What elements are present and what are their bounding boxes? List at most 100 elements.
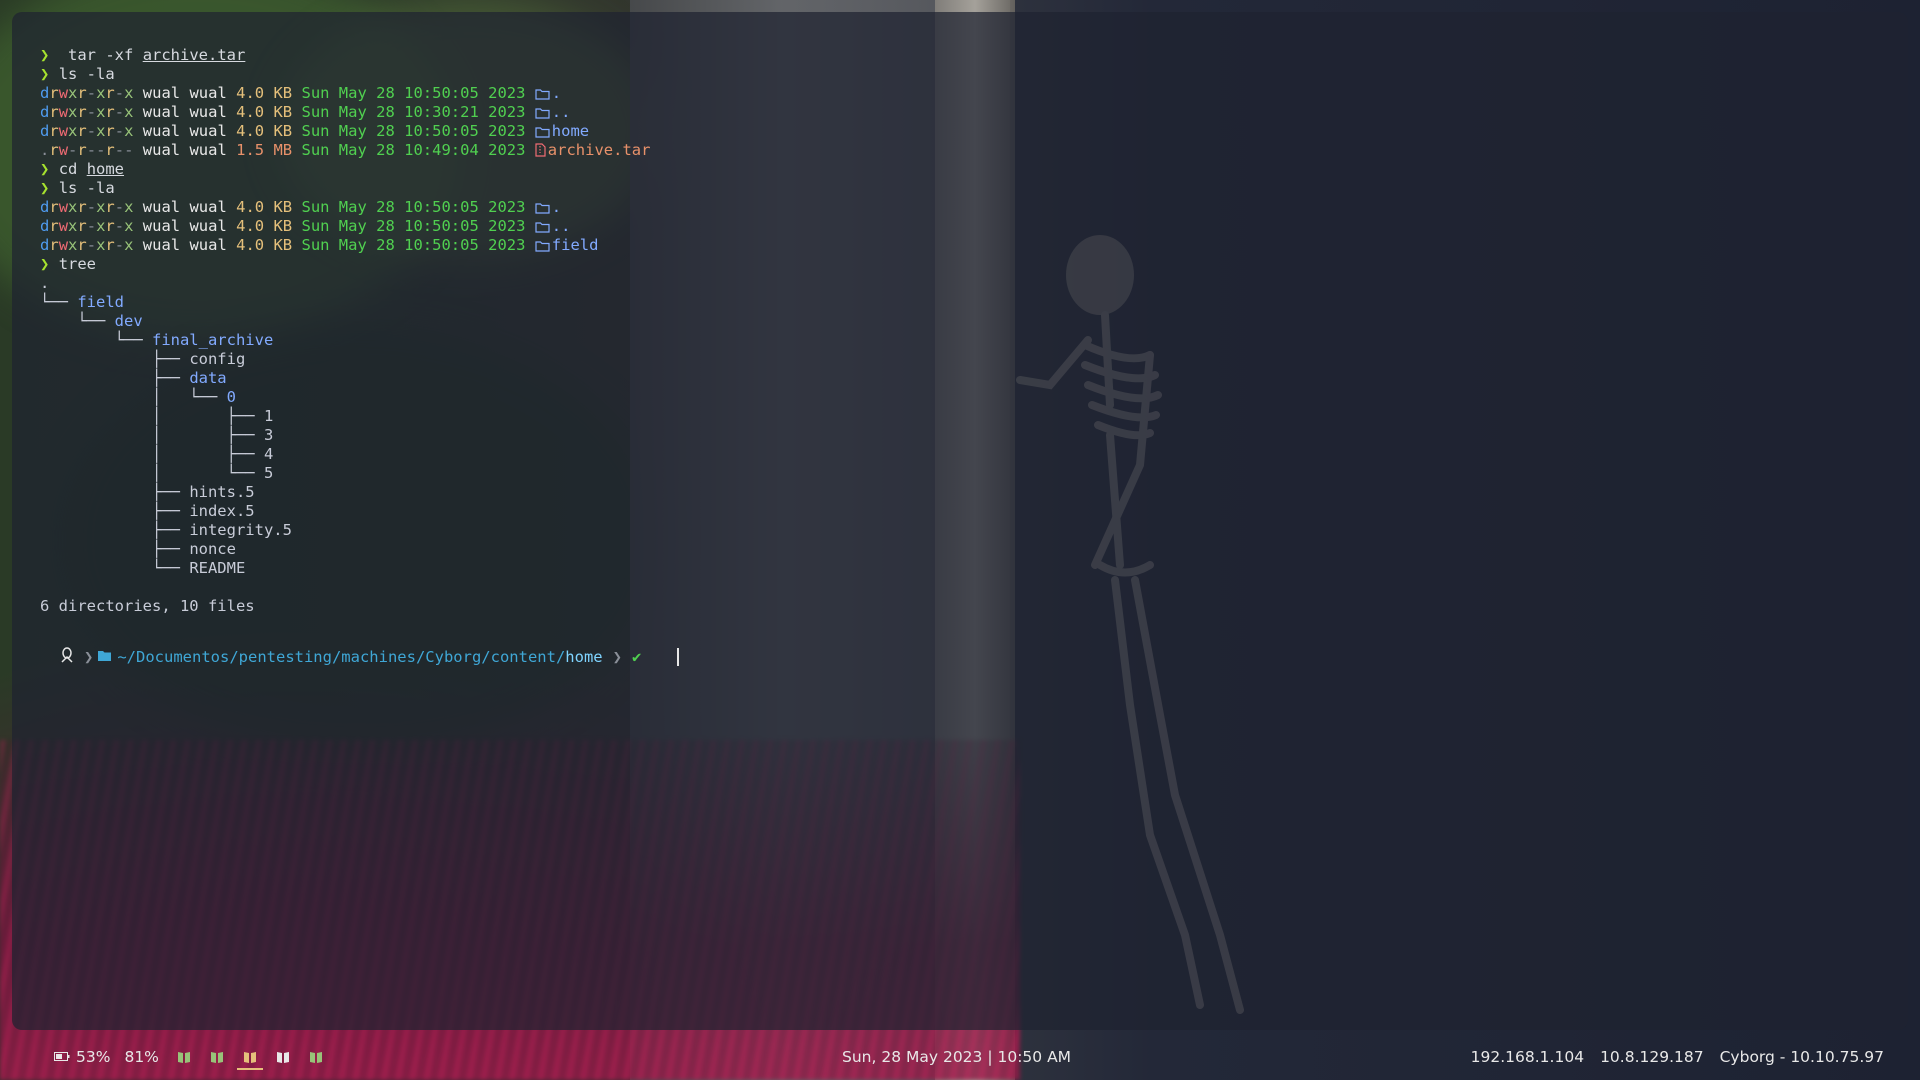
- file-name: ..: [551, 217, 571, 235]
- workspace-3-book-icon[interactable]: [236, 1050, 263, 1070]
- tree-item-name: 3: [263, 426, 274, 444]
- tree-branch: .: [40, 274, 50, 292]
- command-text: tree: [58, 255, 97, 273]
- file-name: field: [551, 236, 599, 254]
- ls-entry: drwxr-xr-x wual wual 4.0 KB Sun May 28 1…: [40, 122, 650, 141]
- file-group: wual: [189, 198, 227, 216]
- command-line: ❯ ls -la: [40, 179, 650, 198]
- tree-entry: .: [40, 274, 650, 293]
- tree-entry: ├── hints.5: [40, 483, 650, 502]
- file-date: Sun May 28 10:30:21 2023: [301, 103, 526, 121]
- tree-entry: ├── config: [40, 350, 650, 369]
- file-group: wual: [189, 103, 227, 121]
- prompt-current-dir: home: [565, 648, 603, 666]
- file-owner: wual: [142, 141, 181, 159]
- file-date: Sun May 28 10:50:05 2023: [301, 217, 526, 235]
- file-name: ..: [551, 103, 571, 121]
- folder-open-icon: [97, 648, 117, 666]
- tree-branch: │ ├──: [40, 426, 264, 444]
- file-permissions: drwxr-xr-x: [40, 217, 134, 235]
- command-line: ❯ tar -xf archive.tar: [40, 46, 650, 65]
- tree-entry: └── field: [40, 293, 650, 312]
- command-text: cd: [58, 160, 87, 178]
- prompt-arrow-icon: ❯: [40, 160, 50, 178]
- tree-item-name: data: [189, 369, 227, 387]
- tree-entry: ├── index.5: [40, 502, 650, 521]
- tree-item-name: config: [189, 350, 246, 368]
- file-size: 4.0: [236, 217, 265, 235]
- status-check-icon: ✔: [631, 648, 642, 666]
- terminal-window[interactable]: ❯ tar -xf archive.tar ❯ ls -la drwxr-xr-x …: [12, 12, 1908, 1030]
- tree-entry: │ ├── 4: [40, 445, 650, 464]
- workspace-2-book-icon[interactable]: [210, 1050, 224, 1064]
- file-permissions: drwxr-xr-x: [40, 122, 134, 140]
- file-size: 4.0: [236, 122, 265, 140]
- tree-entry: ├── nonce: [40, 540, 650, 559]
- workspace-1-book-icon[interactable]: [177, 1050, 191, 1064]
- archive-icon: [535, 143, 546, 162]
- tree-branch: ├──: [40, 350, 190, 368]
- tree-item-name: 0: [226, 388, 236, 406]
- file-group: wual: [189, 236, 227, 254]
- command-argument: archive.tar: [142, 46, 246, 64]
- prompt-separator: ❯: [612, 648, 622, 666]
- file-owner: wual: [142, 198, 181, 216]
- tree-branch: │ ├──: [40, 445, 264, 463]
- workspace-4-book-icon[interactable]: [276, 1050, 290, 1064]
- file-name: .: [551, 198, 562, 216]
- file-date: Sun May 28 10:50:05 2023: [301, 84, 526, 102]
- file-group: wual: [189, 141, 227, 159]
- tree-entry: │ ├── 1: [40, 407, 650, 426]
- file-owner: wual: [142, 103, 181, 121]
- file-size-unit: KB: [273, 217, 293, 235]
- summary-text: 6 directories, 10 files: [40, 597, 255, 615]
- file-size: 4.0: [236, 103, 265, 121]
- tree-branch: └──: [40, 559, 190, 577]
- status-bar: 53% 81% Sun, 28 May 2023 | 10:50 AM 192.…: [36, 1040, 1884, 1076]
- tree-summary: 6 directories, 10 files: [40, 597, 650, 616]
- tree-item-name: hints.5: [189, 483, 255, 501]
- tree-item-name: final_archive: [151, 331, 274, 349]
- volume-level: 81%: [124, 1048, 159, 1066]
- tree-entry: ├── data: [40, 369, 650, 388]
- shell-prompt[interactable]: ❯ ~/Documentos/pentesting/machines/Cybor…: [54, 646, 680, 668]
- file-size-unit: KB: [273, 103, 293, 121]
- file-permissions: .rw-r--r--: [40, 141, 134, 159]
- tree-item-name: 1: [263, 407, 274, 425]
- prompt-separator: ❯: [84, 648, 94, 666]
- file-size-unit: MB: [273, 141, 293, 159]
- command-text: ls -la: [58, 65, 115, 83]
- prompt-arrow-icon: ❯: [40, 255, 50, 273]
- ls-entry: drwxr-xr-x wual wual 4.0 KB Sun May 28 1…: [40, 103, 650, 122]
- workspace-5-book-icon[interactable]: [309, 1050, 323, 1064]
- tree-item-name: 4: [263, 445, 274, 463]
- tree-item-name: README: [189, 559, 246, 577]
- file-size: 1.5: [236, 141, 265, 159]
- tree-branch: │ └──: [40, 388, 227, 406]
- battery-icon: [54, 1048, 70, 1066]
- file-size: 4.0: [236, 236, 265, 254]
- tree-entry: │ └── 5: [40, 464, 650, 483]
- file-date: Sun May 28 10:50:05 2023: [301, 236, 526, 254]
- tree-branch: ├──: [40, 521, 190, 539]
- file-group: wual: [189, 217, 227, 235]
- file-owner: wual: [142, 236, 181, 254]
- tree-branch: │ └──: [40, 464, 264, 482]
- target-host: Cyborg - 10.10.75.97: [1719, 1048, 1884, 1066]
- file-owner: wual: [142, 84, 181, 102]
- file-date: Sun May 28 10:50:05 2023: [301, 122, 526, 140]
- vpn-ip: 10.8.129.187: [1600, 1048, 1704, 1066]
- linux-tux-icon: [54, 647, 80, 667]
- tree-entry: └── final_archive: [40, 331, 650, 350]
- command-text: tar -xf: [58, 46, 143, 64]
- file-name: home: [551, 122, 590, 140]
- file-permissions: drwxr-xr-x: [40, 84, 134, 102]
- file-size-unit: KB: [273, 84, 293, 102]
- ls-entry: drwxr-xr-x wual wual 4.0 KB Sun May 28 1…: [40, 236, 650, 255]
- clock: Sun, 28 May 2023 | 10:50 AM: [842, 1048, 1072, 1066]
- terminal-output: ❯ tar -xf archive.tar ❯ ls -la drwxr-xr-x …: [40, 46, 650, 616]
- file-name: .: [551, 84, 562, 102]
- ls-entry: drwxr-xr-x wual wual 4.0 KB Sun May 28 1…: [40, 84, 650, 103]
- file-group: wual: [189, 84, 227, 102]
